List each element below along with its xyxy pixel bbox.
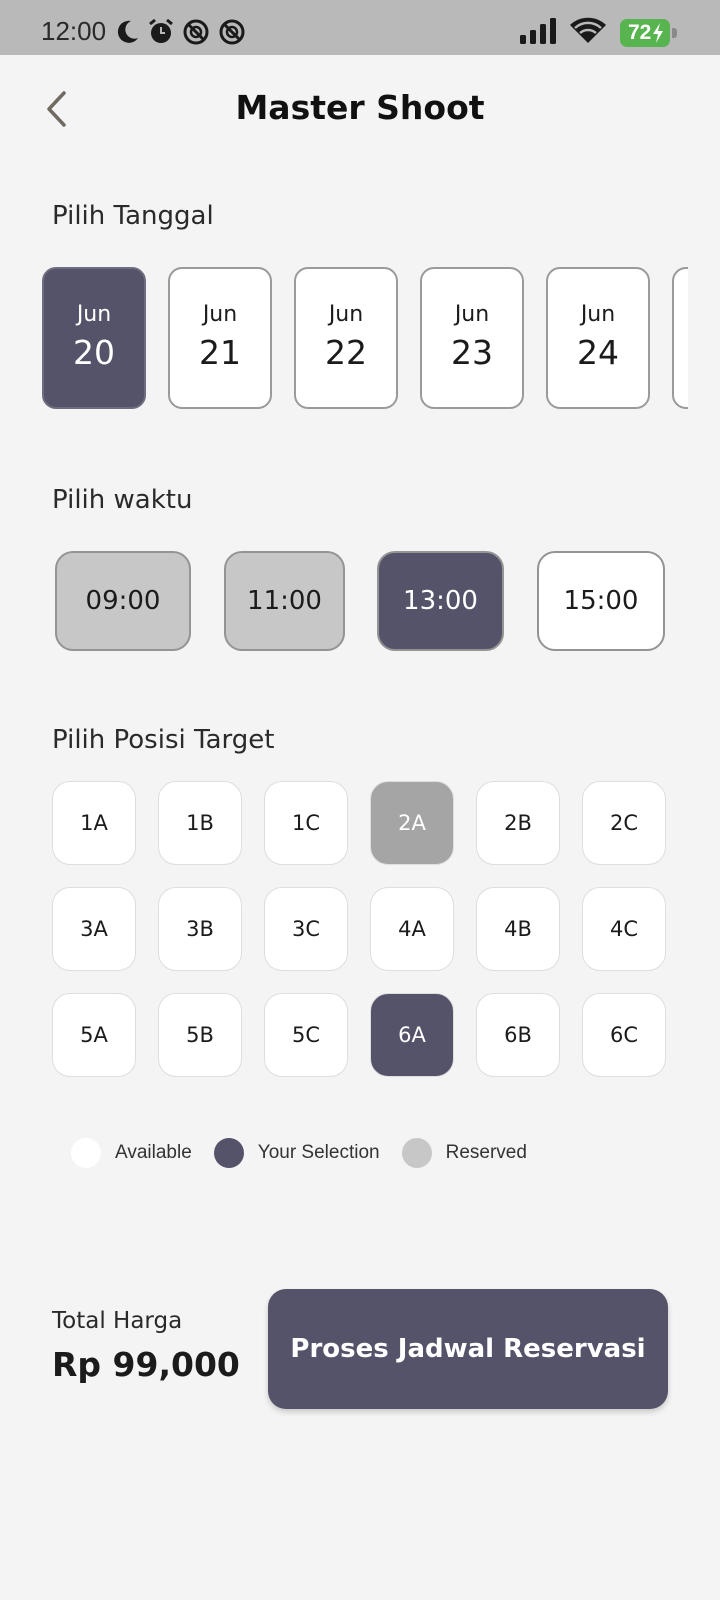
position-section-label: Pilih Posisi Target (52, 725, 275, 755)
date-day: 22 (325, 333, 367, 372)
position-button[interactable]: 1A (52, 781, 136, 865)
date-item[interactable]: Jun 24 (546, 267, 650, 409)
legend-dot-selection (213, 1138, 244, 1168)
moon-icon (116, 19, 140, 49)
date-month: Jun (202, 302, 238, 327)
battery-icon: 72 (620, 19, 677, 47)
position-button[interactable]: 4B (476, 887, 560, 971)
position-button[interactable]: 1C (264, 781, 348, 865)
status-time: 12:00 (41, 16, 107, 46)
date-item[interactable]: Jun 21 (168, 267, 272, 409)
legend: Available Your Selection Reserved (71, 1137, 549, 1169)
date-month: Jun (580, 302, 616, 327)
date-month: Jun (328, 302, 364, 327)
time-slot[interactable]: 09:00 (55, 551, 191, 651)
time-slot[interactable]: 11:00 (224, 551, 345, 651)
position-button[interactable]: 6B (476, 993, 560, 1077)
chevron-left-icon (44, 90, 68, 132)
date-month: Jun (454, 302, 490, 327)
cellular-signal-icon (520, 18, 556, 48)
legend-selection: Your Selection (257, 1142, 380, 1163)
back-button[interactable] (36, 88, 76, 134)
status-icons-left (116, 18, 246, 50)
time-slot[interactable]: 15:00 (537, 551, 665, 651)
date-item[interactable]: Jun 22 (294, 267, 398, 409)
battery-tip (672, 28, 677, 38)
wifi-icon (570, 17, 606, 49)
date-month: Jun (76, 302, 112, 327)
time-section-label: Pilih waktu (52, 485, 193, 515)
legend-available: Available (115, 1142, 192, 1163)
date-item[interactable] (672, 267, 688, 409)
position-button[interactable]: 5A (52, 993, 136, 1077)
date-day: 21 (199, 333, 241, 372)
status-icons-right: 72 (520, 17, 677, 49)
position-button[interactable]: 3C (264, 887, 348, 971)
position-button[interactable]: 4A (370, 887, 454, 971)
position-button[interactable]: 4C (582, 887, 666, 971)
legend-dot-reserved (401, 1138, 432, 1168)
time-slot[interactable]: 13:00 (377, 551, 504, 651)
date-item[interactable]: Jun 20 (42, 267, 146, 409)
total-price: Rp 99,000 (52, 1345, 240, 1384)
date-picker[interactable]: Jun 20 Jun 21 Jun 22 Jun 23 Jun 24 (42, 267, 688, 413)
position-button[interactable]: 6A (370, 993, 454, 1077)
position-button[interactable]: 2C (582, 781, 666, 865)
alarm-clock-icon (148, 18, 174, 50)
position-button[interactable]: 2A (370, 781, 454, 865)
position-button[interactable]: 3B (158, 887, 242, 971)
date-item[interactable]: Jun 23 (420, 267, 524, 409)
position-button[interactable]: 1B (158, 781, 242, 865)
blocked-circle-icon (218, 18, 246, 50)
page-title: Master Shoot (235, 88, 485, 127)
position-button[interactable]: 5C (264, 993, 348, 1077)
date-day: 20 (73, 333, 115, 372)
position-button[interactable]: 5B (158, 993, 242, 1077)
total-label: Total Harga (52, 1308, 183, 1334)
battery-level: 72 (628, 21, 652, 44)
legend-reserved: Reserved (445, 1142, 527, 1163)
legend-dot-available (71, 1138, 101, 1168)
blocked-circle-icon (182, 18, 210, 50)
submit-reservation-button[interactable]: Proses Jadwal Reservasi (268, 1289, 668, 1409)
date-day: 23 (451, 333, 493, 372)
date-section-label: Pilih Tanggal (52, 201, 214, 231)
position-button[interactable]: 3A (52, 887, 136, 971)
position-button[interactable]: 2B (476, 781, 560, 865)
date-day: 24 (577, 333, 619, 372)
position-button[interactable]: 6C (582, 993, 666, 1077)
status-bar: 12:00 72 (0, 0, 720, 55)
lightning-bolt-icon (652, 23, 664, 43)
